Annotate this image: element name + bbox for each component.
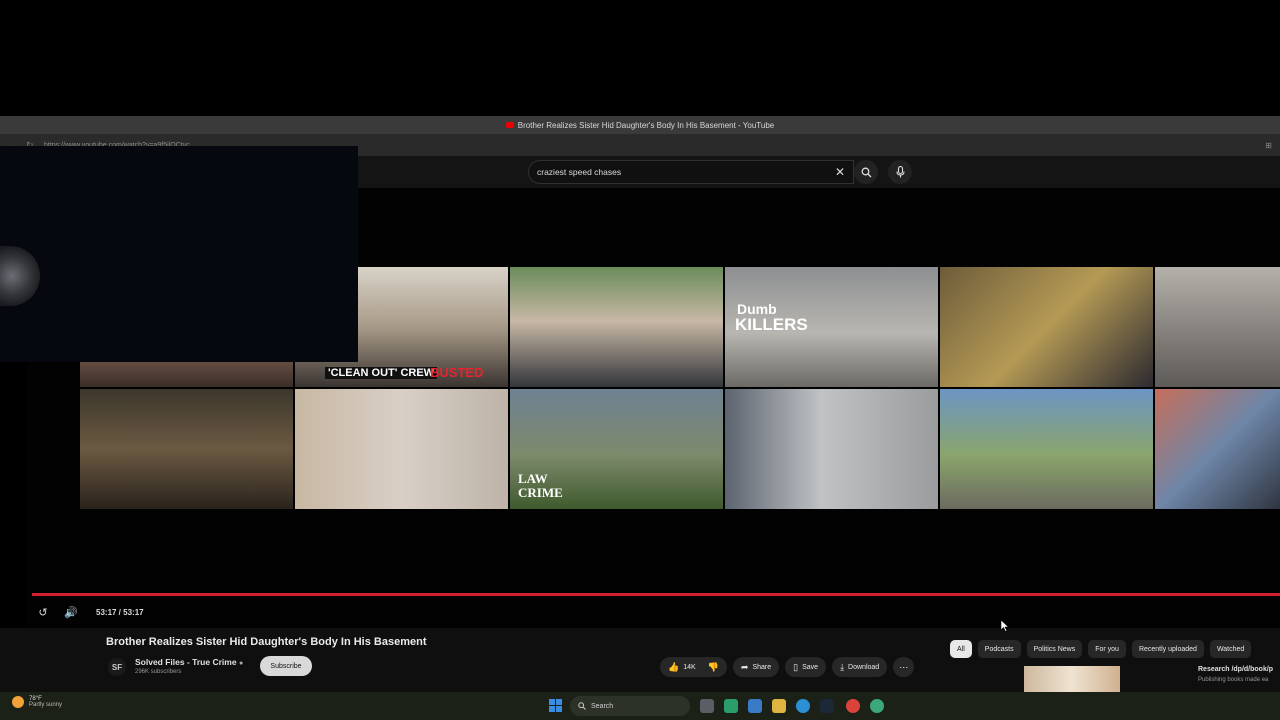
microphone-icon [895, 166, 905, 178]
download-label: Download [848, 663, 880, 671]
video-info-panel: Brother Realizes Sister Hid Daughter's B… [0, 628, 1280, 692]
share-label: Share [752, 663, 772, 671]
webcam-overlay [0, 146, 358, 362]
end-screen-video[interactable] [725, 389, 938, 509]
end-screen-video[interactable]: LAW CRIME [510, 389, 723, 509]
more-actions-button[interactable]: ⋯ [893, 657, 915, 677]
file-explorer-icon[interactable] [772, 699, 786, 713]
search-query: craziest speed chases [537, 167, 622, 177]
tile-caption-accent: CRIME [518, 485, 563, 500]
chrome-icon[interactable] [846, 699, 860, 713]
tile-caption-accent: BUSTED [430, 365, 484, 380]
volume-icon[interactable]: 🔊 [64, 606, 78, 619]
end-screen-video[interactable]: Dumb KILLERS [725, 267, 938, 387]
chip-for-you[interactable]: For you [1088, 640, 1126, 658]
tile-caption-accent: KILLERS [735, 315, 808, 334]
replay-icon[interactable]: ↺ [36, 606, 50, 619]
webcam-subject [0, 246, 40, 306]
save-label: Save [802, 663, 819, 671]
app-icon[interactable] [724, 699, 738, 713]
chip-recently-uploaded[interactable]: Recently uploaded [1131, 640, 1204, 658]
video-actions: 👍 14K 👎 ➦ Share ▯ Save ⤓ Download ⋯ [660, 657, 915, 677]
filter-chips: All Podcasts Politics News For you Recen… [950, 640, 1252, 658]
top-black-area [0, 0, 1280, 116]
chip-watched[interactable]: Watched [1209, 640, 1252, 658]
taskbar-search-label: Search [591, 702, 614, 710]
taskbar-search[interactable]: Search [570, 696, 690, 716]
subscriber-count: 296K subscribers [135, 669, 182, 675]
end-screen-video[interactable] [940, 267, 1153, 387]
search-icon [861, 167, 871, 177]
end-screen-video[interactable] [940, 389, 1153, 509]
start-icon[interactable] [549, 699, 563, 713]
tile-caption: 'CLEAN OUT' CREW [325, 367, 438, 379]
recommended-channel: Publishing books made ea [1198, 677, 1269, 683]
recommended-title[interactable]: Research /dp/d/book/p [1198, 666, 1273, 673]
chip-politics-news[interactable]: Politics News [1026, 640, 1083, 658]
recommended-thumbnail[interactable] [1024, 666, 1120, 692]
search-icon [578, 702, 586, 710]
save-button[interactable]: ▯ Save [785, 657, 827, 677]
like-button[interactable]: 👍 14K 👎 [660, 657, 727, 677]
search-input[interactable]: craziest speed chases ✕ [528, 160, 854, 184]
thumbs-down-icon[interactable]: 👎 [708, 662, 719, 673]
channel-name[interactable]: Solved Files - True Crime ● [135, 657, 243, 667]
video-progress-bar[interactable] [32, 593, 1280, 596]
window-title: Brother Realizes Sister Hid Daughter's B… [517, 120, 775, 130]
video-title: Brother Realizes Sister Hid Daughter's B… [106, 636, 427, 648]
voice-search-button[interactable] [888, 160, 912, 184]
app-icon[interactable] [748, 699, 762, 713]
time-display: 53:17 / 53:17 [96, 607, 144, 617]
end-screen-video[interactable] [295, 389, 508, 509]
end-screen-video[interactable] [1155, 389, 1280, 509]
channel-avatar[interactable]: SF [108, 658, 126, 676]
verified-icon: ● [238, 660, 244, 667]
share-button[interactable]: ➦ Share [732, 657, 780, 677]
task-view-icon[interactable] [700, 699, 714, 713]
end-screen-video[interactable] [510, 267, 723, 387]
weather-condition: Partly sunny [29, 702, 63, 708]
end-screen-video[interactable] [80, 389, 293, 509]
weather-icon [12, 696, 24, 708]
app-icon[interactable] [870, 699, 884, 713]
weather-widget[interactable]: 78°F Partly sunny [12, 696, 62, 708]
download-icon: ⤓ [840, 661, 845, 672]
chip-all[interactable]: All [950, 640, 972, 658]
clear-search-icon[interactable]: ✕ [835, 165, 845, 179]
search-button[interactable] [854, 160, 878, 184]
steam-icon[interactable] [820, 699, 834, 713]
download-button[interactable]: ⤓ Download [832, 657, 888, 677]
bookmark-icon: ▯ [793, 661, 799, 672]
extensions-icon[interactable]: ⊞ [1265, 141, 1272, 150]
youtube-favicon-icon [505, 122, 514, 128]
windows-taskbar: 78°F Partly sunny Search [0, 692, 1280, 720]
subscribe-button[interactable]: Subscribe [260, 656, 312, 676]
chip-podcasts[interactable]: Podcasts [977, 640, 1021, 658]
thumbs-up-icon: 👍 [668, 661, 680, 672]
share-icon: ➦ [740, 661, 749, 672]
more-icon: ⋯ [899, 661, 909, 672]
player-controls: ↺ 🔊 53:17 / 53:17 [26, 598, 1280, 626]
like-count: 14K [683, 663, 696, 671]
end-screen-video[interactable] [1155, 267, 1280, 387]
edge-icon[interactable] [796, 699, 810, 713]
browser-titlebar: Brother Realizes Sister Hid Daughter's B… [0, 116, 1280, 134]
